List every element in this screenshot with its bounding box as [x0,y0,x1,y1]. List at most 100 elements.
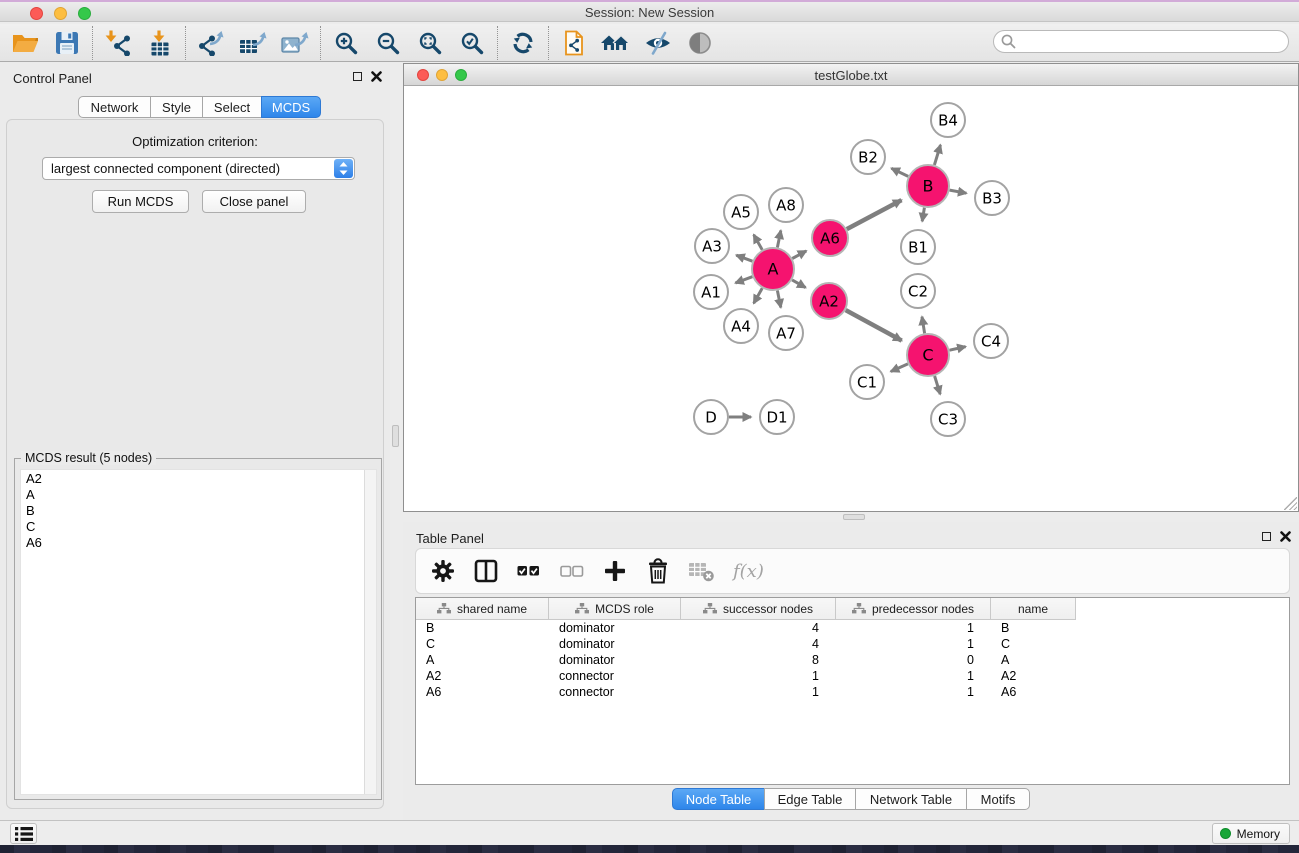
node-B2[interactable]: B2 [851,140,885,174]
cell-shared-name[interactable]: A [416,652,549,668]
add-column-button[interactable] [598,553,632,589]
cell-shared-name[interactable]: B [416,620,549,636]
tab-node-table[interactable]: Node Table [672,788,765,810]
edge-A-A1[interactable] [735,277,752,283]
result-item[interactable]: A2 [21,470,376,486]
node-A[interactable]: A [752,248,794,290]
edge-B-B1[interactable] [922,208,924,222]
zoom-in-button[interactable] [329,27,363,59]
node-A4[interactable]: A4 [724,309,758,343]
select-all-rows-button[interactable] [512,553,546,589]
export-network-button[interactable] [194,27,228,59]
node-A7[interactable]: A7 [769,316,803,350]
node-B3[interactable]: B3 [975,181,1009,215]
column-header-shared-name[interactable]: shared name [416,598,549,620]
tab-network-table[interactable]: Network Table [855,788,967,810]
zoom-selected-button[interactable] [455,27,489,59]
edge-C-C3[interactable] [935,376,941,394]
cell-predecessor-nodes[interactable]: 0 [836,652,991,668]
horizontal-splitter-handle[interactable] [843,514,865,520]
task-history-button[interactable] [10,823,37,844]
node-table[interactable]: shared nameMCDS rolesuccessor nodesprede… [415,597,1290,785]
node-A6[interactable]: A6 [812,220,848,256]
node-D1[interactable]: D1 [760,400,794,434]
node-A3[interactable]: A3 [695,229,729,263]
cell-successor-nodes[interactable]: 1 [681,684,836,700]
frame-resize-grip[interactable] [1284,497,1297,510]
edge-A6-B[interactable] [847,200,902,229]
network-window-titlebar[interactable]: testGlobe.txt [404,64,1298,86]
show-all-button[interactable] [683,27,717,59]
cell-predecessor-nodes[interactable]: 1 [836,668,991,684]
zoom-fit-button[interactable] [413,27,447,59]
export-image-button[interactable] [278,27,312,59]
tab-motifs[interactable]: Motifs [966,788,1030,810]
edge-C-C1[interactable] [891,364,908,372]
result-item[interactable]: B [21,502,376,518]
table-settings-button[interactable] [426,553,460,589]
column-header-MCDS-role[interactable]: MCDS role [549,598,681,620]
tab-network[interactable]: Network [78,96,151,118]
cell-name[interactable]: C [991,636,1076,652]
node-B1[interactable]: B1 [901,230,935,264]
edge-B-B4[interactable] [934,145,940,165]
result-item[interactable]: C [21,518,376,534]
cell-successor-nodes[interactable]: 1 [681,668,836,684]
search-input[interactable] [1016,33,1288,51]
cell-MCDS-role[interactable]: dominator [549,652,681,668]
table-row[interactable]: Bdominator41B [416,620,1289,636]
result-scrollbar[interactable] [364,470,376,794]
edge-A-A5[interactable] [754,235,763,250]
criterion-dropdown[interactable]: largest connected component (directed) [42,157,355,180]
node-C3[interactable]: C3 [931,402,965,436]
import-network-button[interactable] [101,27,135,59]
edge-A-A4[interactable] [754,288,763,303]
cell-predecessor-nodes[interactable]: 1 [836,636,991,652]
edge-A-A7[interactable] [777,291,780,308]
column-header-predecessor-nodes[interactable]: predecessor nodes [836,598,991,620]
table-row[interactable]: Adominator80A [416,652,1289,668]
node-C4[interactable]: C4 [974,324,1008,358]
cell-predecessor-nodes[interactable]: 1 [836,684,991,700]
cell-successor-nodes[interactable]: 4 [681,636,836,652]
edge-A-A8[interactable] [777,231,780,248]
cell-name[interactable]: B [991,620,1076,636]
new-network-from-selection-button[interactable] [557,27,591,59]
zoom-out-button[interactable] [371,27,405,59]
network-canvas[interactable]: B4B2BB3A8A5A6A3B1AA1C2A2A4A7C4CC1C3DD1 [404,86,1298,511]
node-A8[interactable]: A8 [769,188,803,222]
result-item[interactable]: A [21,486,376,502]
edge-B-B3[interactable] [950,190,967,193]
save-session-button[interactable] [50,27,84,59]
close-table-panel-icon[interactable] [1280,531,1291,542]
close-panel-button[interactable]: Close panel [202,190,306,213]
table-row[interactable]: Cdominator41C [416,636,1289,652]
cell-name[interactable]: A [991,652,1076,668]
column-header-name[interactable]: name [991,598,1076,620]
edge-B-B2[interactable] [891,168,908,176]
deselect-all-rows-button[interactable] [555,553,589,589]
edge-A2-C[interactable] [846,310,902,341]
node-A2[interactable]: A2 [811,283,847,319]
table-row[interactable]: A2connector11A2 [416,668,1289,684]
run-mcds-button[interactable]: Run MCDS [92,190,189,213]
cell-MCDS-role[interactable]: connector [549,668,681,684]
first-neighbors-button[interactable] [599,27,633,59]
memory-button[interactable]: Memory [1212,823,1290,844]
float-table-panel-icon[interactable] [1262,532,1271,541]
tab-select[interactable]: Select [202,96,262,118]
cell-predecessor-nodes[interactable]: 1 [836,620,991,636]
cell-shared-name[interactable]: A6 [416,684,549,700]
search-box[interactable] [993,30,1289,53]
edge-C-C2[interactable] [922,317,925,334]
cell-shared-name[interactable]: C [416,636,549,652]
open-session-button[interactable] [8,27,42,59]
export-table-button[interactable] [236,27,270,59]
edge-C-C4[interactable] [950,347,966,351]
node-D[interactable]: D [694,400,728,434]
tab-style[interactable]: Style [150,96,203,118]
delete-table-button[interactable] [684,553,718,589]
vertical-splitter-handle[interactable] [392,425,399,447]
hide-selected-button[interactable] [641,27,675,59]
cell-successor-nodes[interactable]: 4 [681,620,836,636]
